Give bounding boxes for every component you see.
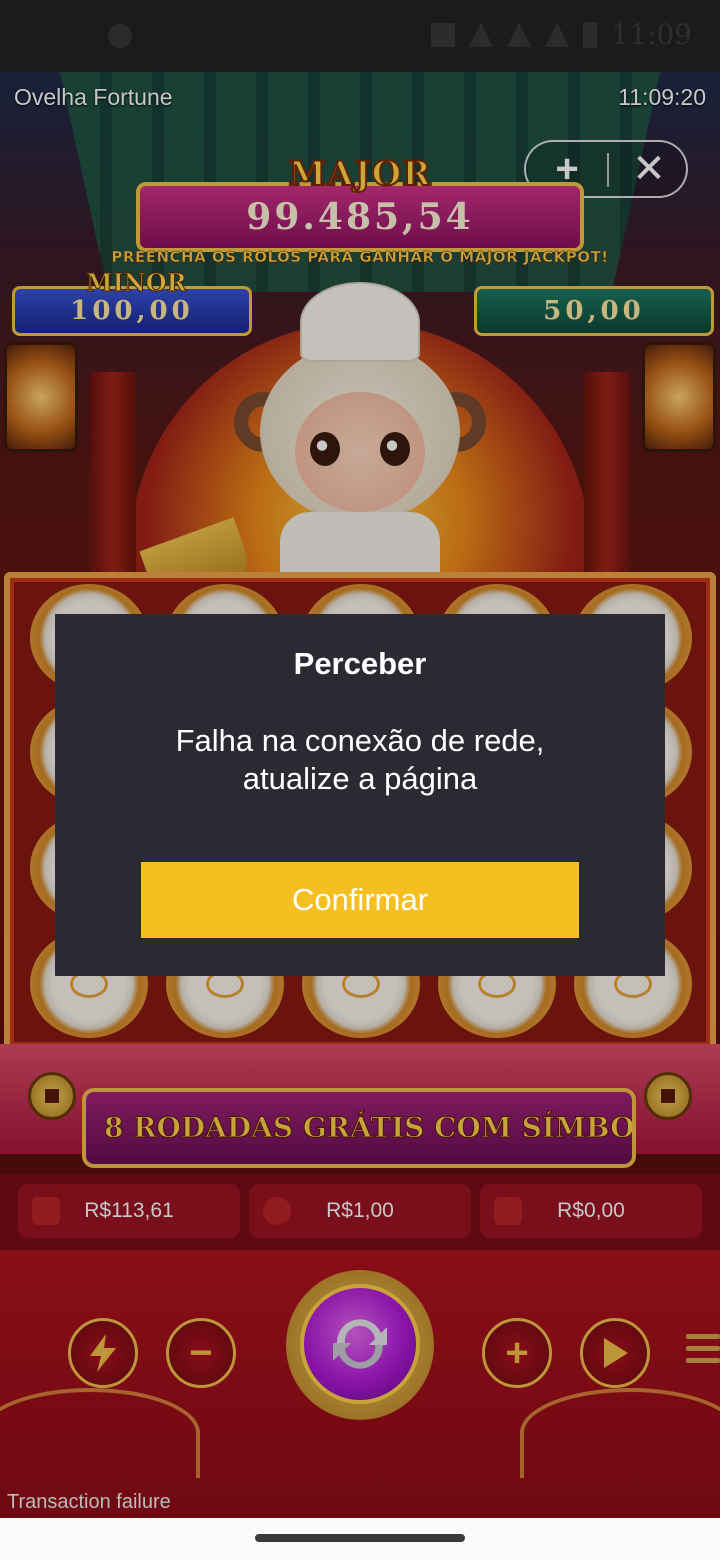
home-gesture-bar[interactable] (255, 1534, 465, 1542)
navigation-bar (0, 1518, 720, 1560)
status-bar: 11:09 (0, 0, 720, 72)
signal-icon (507, 22, 532, 47)
network-error-dialog: Perceber Falha na conexão de rede, atual… (55, 614, 665, 976)
confirm-button[interactable]: Confirmar (141, 862, 579, 938)
signal-full-icon (545, 22, 570, 47)
wifi-icon (469, 22, 494, 47)
status-time: 11:09 (611, 18, 692, 51)
dialog-message: Falha na conexão de rede, atualize a pág… (175, 723, 545, 796)
status-icons: 11:09 (431, 18, 692, 51)
dialog-title: Perceber (293, 646, 427, 681)
hotspot-icon (108, 24, 132, 48)
battery-icon (583, 21, 598, 48)
mute-icon (431, 22, 456, 47)
